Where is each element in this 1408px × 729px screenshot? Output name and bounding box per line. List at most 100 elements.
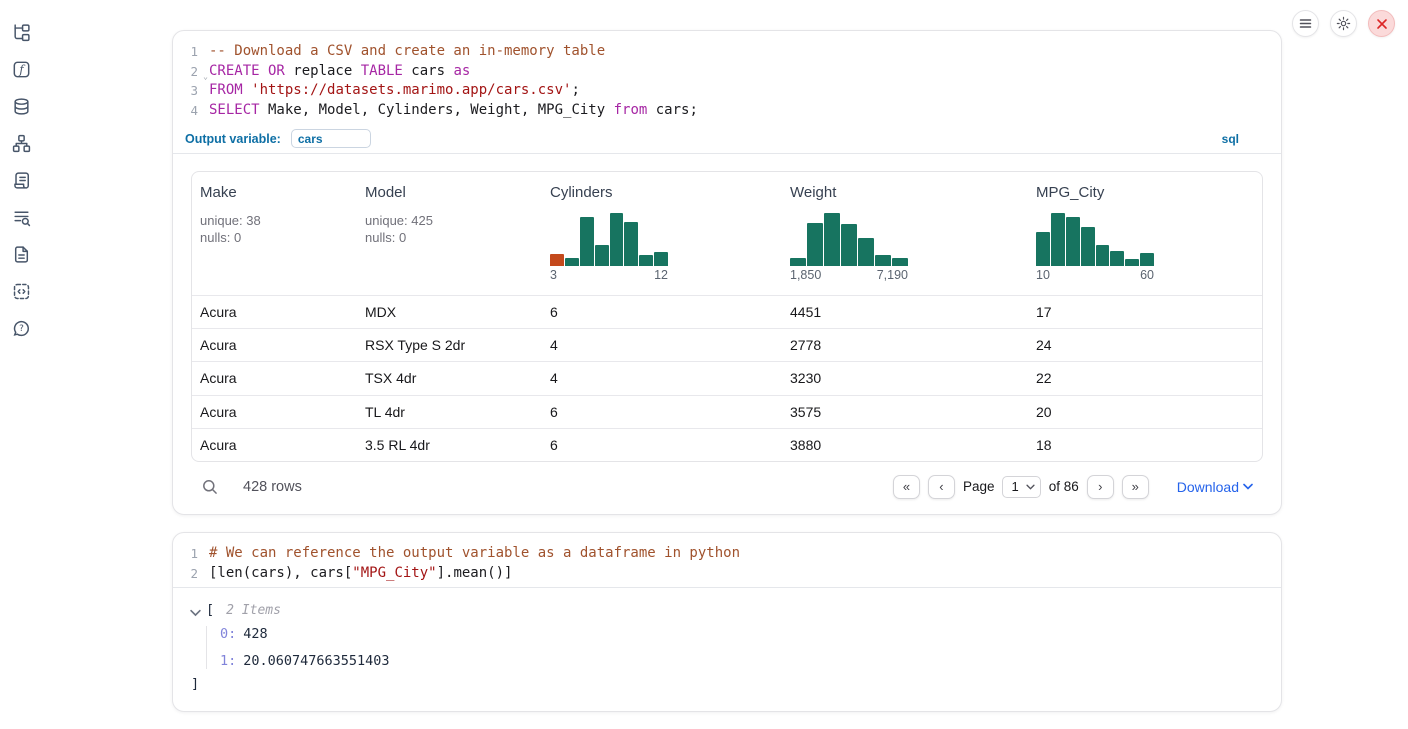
datasources-icon[interactable] xyxy=(12,96,32,116)
snippets-icon[interactable] xyxy=(12,281,32,301)
dependency-graph-icon[interactable] xyxy=(12,133,32,153)
histogram-axis: 312 xyxy=(550,268,668,282)
table-header-row: Make unique: 38nulls: 0Modelunique: 425nu… xyxy=(192,172,1262,295)
settings-gear-icon[interactable] xyxy=(1330,10,1357,37)
column-stats: unique: 38nulls: 0 xyxy=(200,212,349,246)
histogram-bar[interactable] xyxy=(858,238,874,266)
table-cell: Acura xyxy=(192,437,357,453)
table-cell: Acura xyxy=(192,370,357,386)
download-button[interactable]: Download xyxy=(1171,478,1259,496)
table-cell: 24 xyxy=(1028,337,1262,353)
histogram-bar[interactable] xyxy=(595,245,609,266)
tree-entry-key: 1: xyxy=(220,653,236,669)
logs-search-icon[interactable] xyxy=(12,207,32,227)
histogram-bar[interactable] xyxy=(1081,227,1095,266)
histogram-bar[interactable] xyxy=(875,255,891,266)
last-page-button[interactable]: » xyxy=(1122,475,1149,499)
histogram-bar[interactable] xyxy=(841,224,857,266)
table-cell: 6 xyxy=(542,437,782,453)
table-cell: 17 xyxy=(1028,304,1262,320)
line-number: 1 xyxy=(173,42,209,62)
column-name: Model xyxy=(365,184,534,201)
code-line: 3FROM 'https://datasets.marimo.app/cars.… xyxy=(173,81,1281,101)
table-cell: RSX Type S 2dr xyxy=(357,337,542,353)
first-page-button[interactable]: « xyxy=(893,475,920,499)
code-line: 2⌄CREATE OR replace TABLE cars as xyxy=(173,62,1281,82)
histogram-bar[interactable] xyxy=(624,222,638,266)
page-total-label: of 86 xyxy=(1049,479,1079,494)
table-row: AcuraMDX6445117 xyxy=(192,295,1262,328)
shutdown-close-icon[interactable] xyxy=(1368,10,1395,37)
pagination: « ‹ Page 1 of 86 › » Download xyxy=(893,475,1259,499)
file-explorer-icon[interactable] xyxy=(12,22,32,42)
histogram-bar[interactable] xyxy=(824,213,840,266)
table-cell: MDX xyxy=(357,304,542,320)
scratchpad-icon[interactable] xyxy=(12,170,32,190)
language-badge[interactable]: sql xyxy=(1216,131,1245,147)
histogram-bar[interactable] xyxy=(807,223,823,266)
histogram-bar[interactable] xyxy=(610,213,624,266)
sql-cell: 1-- Download a CSV and create an in-memo… xyxy=(172,30,1282,515)
histogram-bar[interactable] xyxy=(1125,259,1139,266)
page-select[interactable]: 1 xyxy=(1002,476,1040,498)
column-header-mpg_city[interactable]: MPG_City1060 xyxy=(1028,184,1262,295)
code-line: 1-- Download a CSV and create an in-memo… xyxy=(173,42,1281,62)
table-footer: 428 rows « ‹ Page 1 of 86 › » Download xyxy=(191,467,1263,507)
output-variable-input[interactable] xyxy=(291,129,371,148)
column-header-make[interactable]: Make unique: 38nulls: 0 xyxy=(192,184,357,295)
helper-functions-icon[interactable]: f xyxy=(12,59,32,79)
histogram-bar[interactable] xyxy=(565,258,579,266)
table-cell: 4451 xyxy=(782,304,1028,320)
column-header-model[interactable]: Modelunique: 425nulls: 0 xyxy=(357,184,542,295)
column-name: MPG_City xyxy=(1036,184,1254,201)
python-code-editor[interactable]: 1# We can reference the output variable … xyxy=(173,533,1281,587)
histogram-axis: 1,8507,190 xyxy=(790,268,908,282)
column-header-cylinders[interactable]: Cylinders312 xyxy=(542,184,782,295)
data-table: Make unique: 38nulls: 0Modelunique: 425nu… xyxy=(191,171,1263,462)
histogram-bar[interactable] xyxy=(639,255,653,266)
histogram-bar[interactable] xyxy=(1066,217,1080,266)
search-icon[interactable] xyxy=(201,478,219,496)
table-cell: TSX 4dr xyxy=(357,370,542,386)
menu-icon[interactable] xyxy=(1292,10,1319,37)
histogram-bar[interactable] xyxy=(892,258,908,266)
output-variable-row: Output variable: sql xyxy=(173,124,1281,154)
documentation-icon[interactable] xyxy=(12,244,32,264)
table-row: AcuraRSX Type S 2dr4277824 xyxy=(192,328,1262,361)
tree-close-bracket: ] xyxy=(191,676,1261,692)
page-select-value: 1 xyxy=(1011,479,1018,494)
help-icon[interactable]: ? xyxy=(12,318,32,338)
histogram-bar[interactable] xyxy=(1036,232,1050,266)
line-number: 2⌄ xyxy=(173,62,209,82)
python-cell: 1# We can reference the output variable … xyxy=(172,532,1282,712)
histogram-bar[interactable] xyxy=(790,258,806,266)
next-page-button[interactable]: › xyxy=(1087,475,1114,499)
sql-code-editor[interactable]: 1-- Download a CSV and create an in-memo… xyxy=(173,31,1281,124)
chevron-down-icon xyxy=(1243,483,1253,490)
tree-entry: 0:428 xyxy=(220,626,1261,642)
histogram-bar[interactable] xyxy=(1096,245,1110,266)
prev-page-button[interactable]: ‹ xyxy=(928,475,955,499)
table-cell: 4 xyxy=(542,337,782,353)
histogram-bar[interactable] xyxy=(550,254,564,266)
tree-collapse-icon[interactable] xyxy=(190,605,201,616)
table-cell: 6 xyxy=(542,304,782,320)
svg-text:?: ? xyxy=(19,324,24,334)
line-number: 4 xyxy=(173,101,209,121)
column-header-weight[interactable]: Weight1,8507,190 xyxy=(782,184,1028,295)
histogram-bar[interactable] xyxy=(1140,253,1154,266)
column-name: Make xyxy=(200,184,349,201)
histogram-bar[interactable] xyxy=(1110,251,1124,266)
sql-output-area: Make unique: 38nulls: 0Modelunique: 425nu… xyxy=(173,154,1281,507)
row-count-label: 428 rows xyxy=(243,479,302,495)
left-sidebar: f ? xyxy=(0,0,44,729)
tree-open-bracket: [ xyxy=(206,602,214,618)
histogram-bar[interactable] xyxy=(580,217,594,266)
table-row: Acura3.5 RL 4dr6388018 xyxy=(192,428,1262,461)
table-cell: TL 4dr xyxy=(357,404,542,420)
histogram-bar[interactable] xyxy=(654,252,668,266)
code-line: 2[len(cars), cars["MPG_City"].mean()] xyxy=(173,564,1281,584)
histogram-bar[interactable] xyxy=(1051,213,1065,266)
table-cell: Acura xyxy=(192,337,357,353)
tree-entry-key: 0: xyxy=(220,626,236,642)
